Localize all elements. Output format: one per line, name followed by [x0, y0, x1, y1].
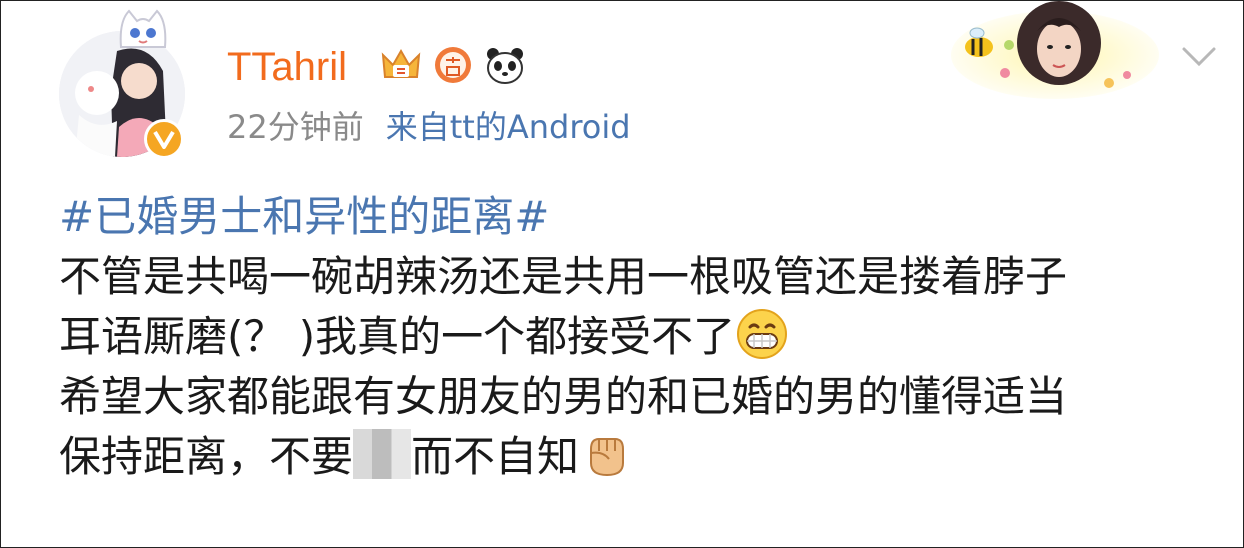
answer-badge-icon[interactable] — [431, 43, 475, 87]
post-source[interactable]: 来自tt的Android — [386, 108, 631, 146]
post-content: #已婚男士和异性的距离# 不管是共喝一碗胡辣汤还是共用一根吸管还是搂着脖子 耳语… — [59, 187, 1219, 487]
card-background-art — [951, 1, 1159, 99]
content-line: 不管是共喝一碗胡辣汤还是共用一根吸管还是搂着脖子 — [59, 252, 1068, 301]
content-line-text: 保持距离，不要 — [59, 432, 354, 481]
content-line: 希望大家都能跟有女朋友的男的和已婚的男的懂得适当 — [59, 372, 1068, 421]
content-line-with-emoji: 耳语厮磨(？ )我真的一个都接受不了 — [59, 307, 1219, 367]
verified-v-icon — [144, 119, 184, 159]
avatar-pendant-cat-icon — [119, 9, 167, 48]
grin-emoji-icon — [737, 309, 788, 359]
portrait-illustration — [1017, 1, 1101, 85]
topic-hashtag-link[interactable]: #已婚男士和异性的距离# — [59, 187, 1219, 247]
content-line-with-censor: 保持距离，不要 而不自知 — [59, 427, 1219, 487]
user-badges — [379, 43, 527, 87]
username[interactable]: TTahril — [227, 41, 347, 93]
crown-level-icon[interactable] — [379, 43, 423, 87]
post-meta: 22分钟前 来自tt的Android — [227, 105, 631, 149]
censor-mosaic — [353, 429, 412, 479]
panda-icon[interactable] — [483, 43, 527, 87]
weibo-post-card: TTahril 22分钟前 来自tt的Android #已婚男士和异性的距离# … — [0, 0, 1244, 548]
content-line-text: 而不自知 — [411, 432, 580, 481]
post-time: 22分钟前 — [227, 108, 364, 146]
chevron-down-icon[interactable] — [1181, 45, 1217, 69]
content-line-text: 耳语厮磨(？ )我真的一个都接受不了 — [59, 312, 736, 361]
fist-emoji-icon — [590, 438, 625, 477]
